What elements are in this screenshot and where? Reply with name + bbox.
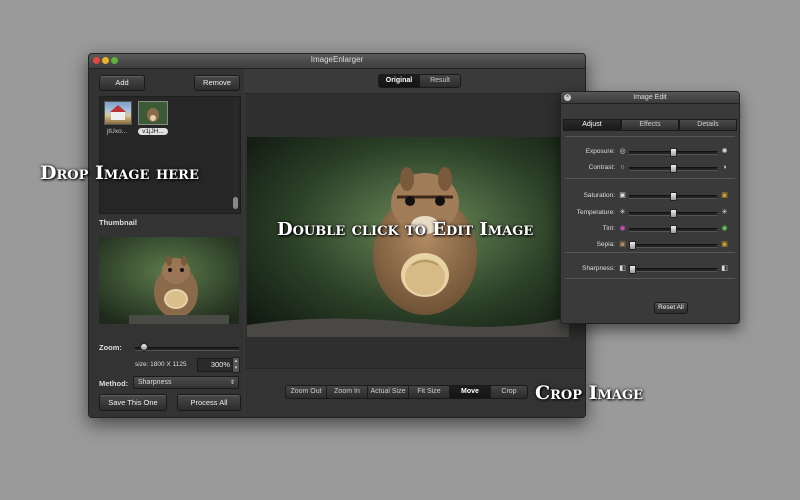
thumbnail-caption-2: v1jJH... <box>138 128 168 135</box>
zoom-slider[interactable] <box>135 347 239 351</box>
slider-label-sharpness: Sharpness: <box>582 265 615 272</box>
save-this-one-button[interactable]: Save This One <box>99 394 167 411</box>
tint-magenta-icon: ◉ <box>619 225 626 232</box>
saturation-low-icon: ▣ <box>619 192 626 199</box>
tab-adjust[interactable]: Adjust <box>563 119 621 131</box>
zoom-label: Zoom: <box>99 343 122 352</box>
zoom-value-field[interactable]: 300% <box>197 358 234 372</box>
slider-knob[interactable] <box>670 225 677 234</box>
sharpness-low-icon: ◧ <box>619 265 626 272</box>
tab-original[interactable]: Original <box>378 74 420 88</box>
image-edit-panel: × Image Edit Adjust Effects Details Rese… <box>560 91 740 324</box>
divider <box>565 136 735 137</box>
bottom-toolbar: Zoom Out Zoom In Actual Size Fit Size Mo… <box>245 368 585 417</box>
slider-label-exposure: Exposure: <box>585 148 615 155</box>
size-text: size: 1800 X 1125 <box>135 361 187 368</box>
slider-label-saturation: Saturation: <box>583 192 615 199</box>
updown-arrows-icon: ⇕ <box>229 380 235 386</box>
zoom-stepper[interactable]: ▴ ▾ <box>232 357 240 373</box>
tab-details[interactable]: Details <box>679 119 737 131</box>
sepia-off-icon: ▣ <box>619 241 626 248</box>
reset-all-button[interactable]: Reset All <box>654 302 688 314</box>
title-bar[interactable]: ImageEnlarger <box>89 54 585 69</box>
method-select-value: Sharpness <box>138 379 172 386</box>
window-title: ImageEnlarger <box>310 55 364 64</box>
tab-result[interactable]: Result <box>419 74 461 88</box>
thumbnail-label: Thumbnail <box>99 218 137 227</box>
cool-icon: ✳ <box>619 209 626 216</box>
remove-button[interactable]: Remove <box>194 75 240 91</box>
slider-track[interactable] <box>629 244 717 248</box>
thumbnail-preview <box>99 237 239 324</box>
divider <box>565 178 735 179</box>
thumbnail-item-2[interactable] <box>138 101 168 125</box>
sun-dim-icon: ◎ <box>619 148 626 155</box>
house-icon <box>110 105 126 120</box>
slider-label-contrast: Contrast: <box>588 164 615 171</box>
zoom-out-button[interactable]: Zoom Out <box>285 385 327 399</box>
image-edit-title-bar[interactable]: × Image Edit <box>561 92 739 104</box>
slider-knob[interactable] <box>670 209 677 218</box>
zoom-slider-knob[interactable] <box>139 343 148 351</box>
thumbnail-scroll-thumb[interactable] <box>233 197 238 209</box>
left-sidebar: Add Remove jtUxo... v1jJH... Thumbnail Z… <box>89 69 244 417</box>
fit-size-button[interactable]: Fit Size <box>408 385 450 399</box>
close-icon[interactable]: × <box>564 94 571 101</box>
slider-knob[interactable] <box>670 192 677 201</box>
warm-icon: ✳ <box>721 209 728 216</box>
sepia-on-icon: ▣ <box>721 241 728 248</box>
zoom-in-button[interactable]: Zoom In <box>326 385 368 399</box>
move-button[interactable]: Move <box>449 385 491 399</box>
contrast-low-icon: ○ <box>620 164 625 171</box>
method-label: Method: <box>99 379 129 388</box>
tab-effects[interactable]: Effects <box>621 119 679 131</box>
slider-label-temperature: Temperature: <box>576 209 615 216</box>
slider-knob[interactable] <box>629 265 636 274</box>
slider-knob[interactable] <box>629 241 636 250</box>
method-select[interactable]: Sharpness ⇕ <box>133 376 239 389</box>
actual-size-button[interactable]: Actual Size <box>367 385 409 399</box>
crop-image-caption: Crop Image <box>535 382 644 404</box>
thumbnail-list[interactable]: jtUxo... v1jJH... <box>99 96 241 214</box>
thumbnail-caption-1: jtUxo... <box>106 128 128 135</box>
crop-button[interactable]: Crop <box>490 385 528 399</box>
saturation-high-icon: ▣ <box>721 192 728 199</box>
image-edit-title: Image Edit <box>633 94 667 101</box>
slider-knob[interactable] <box>670 164 677 173</box>
process-all-button[interactable]: Process All <box>177 394 241 411</box>
slider-label-tint: Tint: <box>602 225 615 232</box>
sharpness-high-icon: ◧ <box>721 265 728 272</box>
thumbnail-scrollbar[interactable] <box>233 99 238 211</box>
add-button[interactable]: Add <box>99 75 145 91</box>
drop-image-caption: Drop Image here <box>40 162 199 184</box>
view-tab-bar: Original Result <box>245 69 585 94</box>
contrast-high-icon: ◑ <box>722 164 727 171</box>
slider-track[interactable] <box>629 268 717 272</box>
chipmunk-thumb-icon <box>139 102 167 124</box>
thumbnail-item-1[interactable] <box>104 101 132 125</box>
tint-green-icon: ◉ <box>721 225 728 232</box>
slider-knob[interactable] <box>670 148 677 157</box>
divider <box>565 252 735 253</box>
sun-bright-icon: ✺ <box>721 148 728 155</box>
double-click-caption: Double click to Edit Image <box>277 219 534 240</box>
slider-label-sepia: Sepia: <box>596 241 615 248</box>
divider <box>565 278 735 279</box>
main-view: Original Result Zoom Out Zoom In Actual … <box>245 69 585 417</box>
